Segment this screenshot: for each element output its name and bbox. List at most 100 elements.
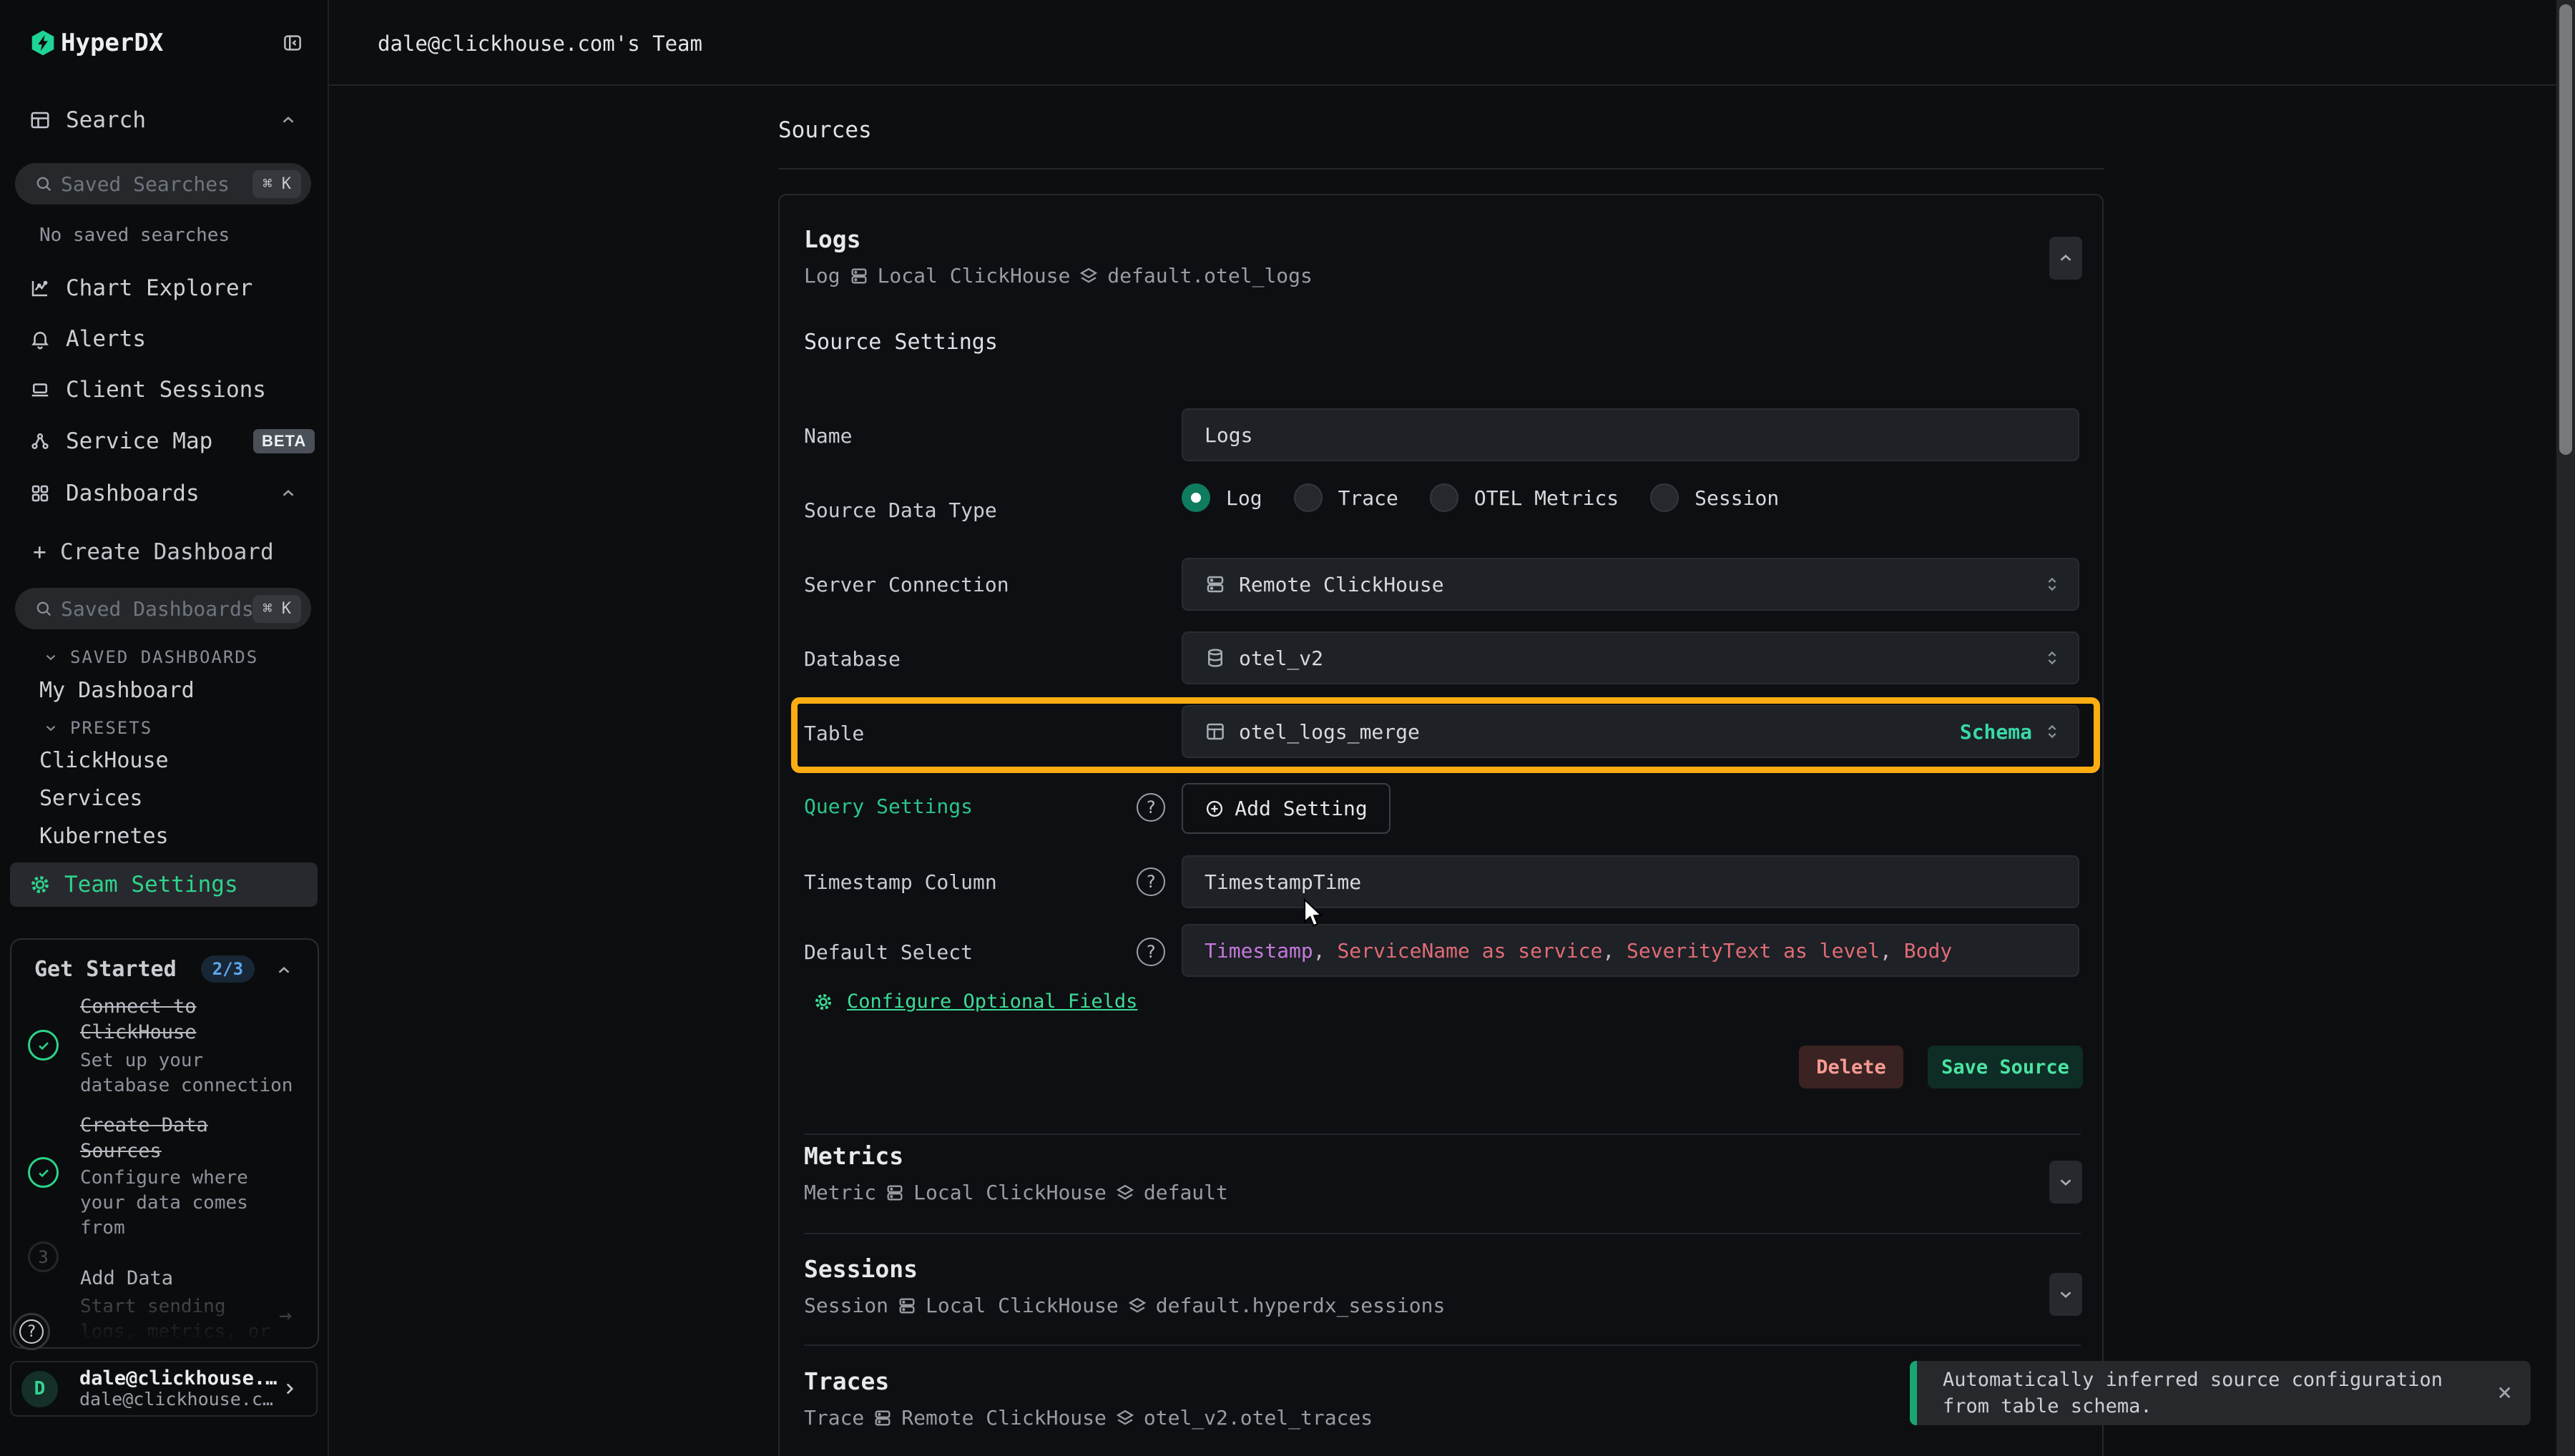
database-icon (849, 266, 869, 286)
chevron-up-icon[interactable] (275, 961, 293, 980)
delete-button[interactable]: Delete (1799, 1046, 1903, 1088)
database-label: Database (804, 647, 901, 671)
user-name: dale@clickhouse.… (79, 1368, 277, 1389)
source-data-type-label: Source Data Type (804, 498, 997, 522)
radio-trace[interactable]: Trace (1294, 483, 1398, 512)
default-select-input[interactable]: Timestamp, ServiceName as service, Sever… (1182, 924, 2079, 977)
gear-icon (813, 991, 834, 1013)
gear-icon (29, 873, 52, 896)
progress-badge: 2/3 (201, 955, 255, 983)
chevron-down-icon (2056, 1173, 2075, 1191)
laptop-icon (29, 379, 51, 400)
sidebar-item-team-settings[interactable]: Team Settings (10, 862, 318, 907)
search-icon (34, 174, 54, 194)
radio-otel-metrics[interactable]: OTEL Metrics (1430, 483, 1619, 512)
sidebar-item-alerts[interactable]: Alerts (0, 323, 328, 355)
database-select[interactable]: otel_v2 (1182, 631, 2079, 684)
server-connection-select[interactable]: Remote ClickHouse (1182, 558, 2079, 611)
saved-searches-placeholder: Saved Searches (61, 172, 230, 196)
saved-searches-input[interactable]: Saved Searches ⌘ K (15, 163, 311, 205)
table-value: otel_logs_merge (1239, 720, 1420, 744)
expand-sessions-button[interactable] (2049, 1273, 2082, 1316)
sidebar-item-label: Search (66, 107, 146, 133)
avatar: D (21, 1371, 58, 1407)
server-name-text: Local ClickHouse (926, 1294, 1119, 1317)
divider (804, 1133, 2081, 1135)
timestamp-column-label: Timestamp Column (804, 870, 997, 894)
table-label: Table (804, 722, 864, 745)
search-section-icon (29, 109, 51, 131)
saved-dashboards-placeholder: Saved Dashboards (61, 597, 254, 621)
create-dashboard-label: Create Dashboard (60, 539, 274, 565)
create-dashboard-button[interactable]: + Create Dashboard (0, 536, 328, 569)
checklist-item-title: Connect to ClickHouse (80, 994, 295, 1046)
checklist-item-desc: Configure where your data comes from (80, 1166, 303, 1241)
search-icon (34, 599, 54, 619)
sessions-section-title: Sessions (804, 1255, 918, 1283)
sidebar-item-chart-explorer[interactable]: Chart Explorer (0, 272, 328, 305)
help-circle-icon[interactable]: ? (1137, 938, 1165, 966)
database-icon (885, 1183, 905, 1203)
user-profile-button[interactable]: D dale@clickhouse.… dale@clickhouse.c… (10, 1361, 318, 1417)
table-select[interactable]: otel_logs_merge Schema (1182, 705, 2079, 758)
dashboards-icon (29, 483, 51, 504)
collapse-logs-button[interactable] (2049, 237, 2082, 280)
sidebar-item-service-map[interactable]: Service Map BETA (0, 425, 328, 458)
query-settings-label: Query Settings (804, 795, 973, 818)
logs-section-title: Logs (804, 225, 860, 253)
table-name-text: default.otel_logs (1107, 264, 1313, 287)
sql-token: , (1602, 939, 1627, 963)
schema-link[interactable]: Schema (1960, 720, 2032, 744)
radio-log[interactable]: Log (1182, 483, 1262, 512)
help-circle-icon[interactable]: ? (1137, 867, 1165, 896)
sql-token: , (1880, 939, 1904, 963)
plus-icon: + (33, 539, 46, 565)
table-icon (1205, 721, 1226, 742)
sidebar-item-kubernetes[interactable]: Kubernetes (39, 824, 169, 849)
source-type-text: Log (804, 264, 840, 287)
database-icon (1205, 574, 1226, 595)
section-header-label: SAVED DASHBOARDS (70, 647, 258, 667)
metrics-section-title: Metrics (804, 1142, 903, 1170)
timestamp-column-value: TimestampTime (1205, 870, 1361, 894)
help-circle-icon[interactable]: ? (1137, 793, 1165, 822)
sidebar-item-clickhouse[interactable]: ClickHouse (39, 748, 169, 773)
checklist-item-title: Create Data Sources (80, 1113, 295, 1164)
sidebar-item-client-sessions[interactable]: Client Sessions (0, 373, 328, 406)
add-setting-button[interactable]: Add Setting (1182, 783, 1390, 834)
sidebar-item-dashboards[interactable]: Dashboards (0, 477, 328, 510)
saved-dashboards-input[interactable]: Saved Dashboards ⌘ K (15, 588, 311, 629)
no-saved-searches-text: No saved searches (39, 225, 230, 246)
source-type-text: Session (804, 1294, 888, 1317)
scrollbar-thumb[interactable] (2559, 4, 2572, 455)
sidebar-item-services[interactable]: Services (39, 786, 143, 811)
name-input[interactable]: Logs (1182, 408, 2079, 461)
sidebar-item-search[interactable]: Search (0, 104, 328, 137)
presets-section-header[interactable]: PRESETS (43, 718, 152, 738)
radio-label: Log (1226, 486, 1262, 510)
configure-optional-fields-link[interactable]: Configure Optional Fields (847, 990, 1137, 1013)
traces-section-subtitle: Trace Remote ClickHouse otel_v2.otel_tra… (804, 1406, 1373, 1430)
chevron-down-icon (43, 649, 59, 665)
hyperdx-app: HyperDX Search Saved Searches ⌘ K No sav… (0, 0, 2575, 1456)
card-fade (11, 1290, 318, 1347)
save-source-button[interactable]: Save Source (1928, 1046, 2083, 1088)
get-started-card: Get Started 2/3 Connect to ClickHouse Se… (10, 938, 319, 1349)
close-icon[interactable]: × (2498, 1378, 2512, 1407)
collapse-sidebar-icon[interactable] (282, 32, 303, 54)
sidebar-item-my-dashboard[interactable]: My Dashboard (39, 678, 195, 703)
server-connection-label: Server Connection (804, 573, 1009, 596)
step-number-badge: 3 (28, 1241, 59, 1272)
chart-icon (29, 277, 51, 299)
sql-expression: Timestamp, ServiceName as service, Sever… (1205, 939, 1952, 963)
help-button[interactable]: ? (13, 1313, 50, 1350)
name-value: Logs (1205, 423, 1252, 447)
select-updown-icon (2042, 648, 2062, 668)
cmd-k-shortcut: ⌘ K (252, 595, 301, 623)
expand-metrics-button[interactable] (2049, 1161, 2082, 1204)
saved-dashboards-section-header[interactable]: SAVED DASHBOARDS (43, 647, 258, 667)
configure-optional-fields-row: Configure Optional Fields (813, 990, 1137, 1013)
checklist-item-desc: Set up your database connection (80, 1048, 303, 1098)
source-settings-heading: Source Settings (804, 330, 998, 355)
radio-session[interactable]: Session (1650, 483, 1779, 512)
